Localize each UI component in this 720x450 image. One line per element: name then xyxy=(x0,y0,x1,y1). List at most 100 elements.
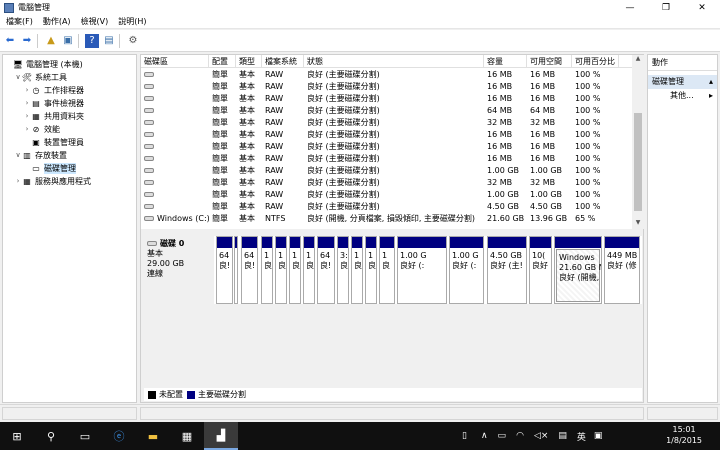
actions-section-disk-management[interactable]: 磁碟管理 ▴ xyxy=(648,75,717,89)
file-explorer-icon[interactable]: ▬ xyxy=(136,422,170,450)
partition-block[interactable]: Windows 21.60 GB N 良好 (開機, xyxy=(554,236,602,304)
partition-block[interactable]: 10(良好 xyxy=(529,236,552,304)
services-icon: ▦ xyxy=(23,176,31,186)
tree-item[interactable]: › ⊘ 效能 xyxy=(23,123,60,135)
partition-block[interactable] xyxy=(234,236,238,304)
column-header[interactable]: 檔案系統 xyxy=(262,55,304,68)
column-header[interactable]: 可用空間 xyxy=(527,55,572,68)
partition-block[interactable]: 1良 xyxy=(365,236,377,304)
tree-item[interactable]: ▭ 磁碟管理 xyxy=(23,162,76,174)
up-folder-icon[interactable]: ▲ xyxy=(44,34,58,48)
partition-block[interactable]: 1.00 G 良好 (: xyxy=(449,236,484,304)
partition-block[interactable]: 3: 良 xyxy=(337,236,349,304)
partition-block[interactable]: 64 良! xyxy=(317,236,335,304)
taskbar-clock[interactable]: 15:01 1/8/2015 xyxy=(666,424,702,446)
menu-action[interactable]: 動作(A) xyxy=(43,16,71,27)
expand-arrow-icon[interactable]: ∨ xyxy=(14,73,22,81)
notification-icon[interactable]: ▤ xyxy=(558,431,567,441)
partition-block[interactable]: 1良 xyxy=(275,236,287,304)
collapse-arrow-icon[interactable]: ▴ xyxy=(709,75,713,89)
table-row[interactable]: 簡單 基本 RAW 良好 (主要磁碟分割) 64 MB 64 MB 100 % xyxy=(141,105,631,117)
volume-muted-icon[interactable]: ◁× xyxy=(534,431,548,441)
expand-arrow-icon[interactable]: › xyxy=(23,99,31,107)
column-header[interactable]: 類型 xyxy=(236,55,262,68)
scrollbar-thumb[interactable] xyxy=(634,113,642,211)
table-row[interactable]: 簡單 基本 RAW 良好 (主要磁碟分割) 1.00 GB 1.00 GB 100 % xyxy=(141,165,631,177)
tree-item[interactable]: › ▦ 服務與應用程式 xyxy=(14,175,91,187)
table-row[interactable]: 簡單 基本 RAW 良好 (主要磁碟分割) 4.50 GB 4.50 GB 100 % xyxy=(141,201,631,213)
table-row[interactable]: 簡單 基本 RAW 良好 (主要磁碟分割) 1.00 GB 1.00 GB 100 % xyxy=(141,189,631,201)
partition-block[interactable]: 1良 xyxy=(351,236,363,304)
scroll-down-arrow-icon[interactable]: ▼ xyxy=(632,219,644,229)
partition-block[interactable]: 64 良! xyxy=(216,236,233,304)
tree-item[interactable]: ∨ ▥ 存放裝置 xyxy=(14,149,67,161)
close-button[interactable]: ✕ xyxy=(684,0,720,15)
help-icon[interactable]: ? xyxy=(85,33,99,48)
table-row[interactable]: 簡單 基本 RAW 良好 (主要磁碟分割) 32 MB 32 MB 100 % xyxy=(141,117,631,129)
task-view-icon[interactable]: ▭ xyxy=(68,422,102,450)
table-row[interactable]: 簡單 基本 RAW 良好 (主要磁碟分割) 16 MB 16 MB 100 % xyxy=(141,81,631,93)
show-hidden-icons-icon[interactable]: ∧ xyxy=(481,431,488,441)
table-row[interactable]: Windows (C:) 簡單 基本 NTFS 良好 (開機, 分頁檔案, 損毀傾印, … xyxy=(141,213,631,225)
volume-icon xyxy=(144,96,154,101)
column-header[interactable]: 磁碟區 xyxy=(141,55,209,68)
ime-mode-icon[interactable]: ▣ xyxy=(594,431,603,441)
table-cell: 良好 (主要磁碟分割) xyxy=(307,130,380,139)
table-row[interactable]: 簡單 基本 RAW 良好 (主要磁碟分割) 16 MB 16 MB 100 % xyxy=(141,141,631,153)
actions-more[interactable]: 其他... ▸ xyxy=(648,89,717,103)
table-cell: RAW xyxy=(265,178,284,187)
partition-block[interactable]: 449 MB 良好 (修 xyxy=(604,236,640,304)
minimize-button[interactable]: — xyxy=(612,0,648,15)
tree-item[interactable]: › ▦ 共用資料夾 xyxy=(23,110,84,122)
column-header[interactable]: 容量 xyxy=(484,55,527,68)
menu-view[interactable]: 檢視(V) xyxy=(81,16,109,27)
network-icon[interactable]: ◠ xyxy=(516,431,524,441)
column-header[interactable]: 可用百分比 xyxy=(572,55,619,68)
expand-arrow-icon[interactable]: › xyxy=(14,177,22,185)
search-icon[interactable]: ⚲ xyxy=(34,422,68,450)
tree-item[interactable]: 🖥 電腦管理 (本機) xyxy=(5,58,83,70)
partition-block[interactable]: 1良 xyxy=(261,236,273,304)
table-row[interactable]: 簡單 基本 RAW 良好 (主要磁碟分割) 16 MB 16 MB 100 % xyxy=(141,153,631,165)
table-row[interactable]: 簡單 基本 RAW 良好 (主要磁碟分割) 32 MB 32 MB 100 % xyxy=(141,177,631,189)
table-row[interactable]: 簡單 基本 RAW 良好 (主要磁碟分割) 16 MB 16 MB 100 % xyxy=(141,69,631,81)
mouse-icon[interactable]: ▯ xyxy=(462,431,467,441)
expand-arrow-icon[interactable]: ∨ xyxy=(14,151,22,159)
show-hide-tree-icon[interactable]: ▣ xyxy=(61,34,75,48)
partition-block[interactable]: 64 良! xyxy=(241,236,258,304)
expand-arrow-icon[interactable]: › xyxy=(23,112,31,120)
tree-item[interactable]: ∨ 🛠 系統工具 xyxy=(14,71,67,83)
partition-block[interactable]: 1.00 G 良好 (: xyxy=(397,236,447,304)
partition-block[interactable]: 1良 xyxy=(379,236,395,304)
scroll-up-arrow-icon[interactable]: ▲ xyxy=(632,55,644,65)
expand-arrow-icon[interactable]: › xyxy=(23,125,31,133)
menu-file[interactable]: 檔案(F) xyxy=(6,16,33,27)
disk-0-label[interactable]: 磁碟 0 基本 29.00 GB 連線 xyxy=(144,236,214,304)
back-arrow-icon[interactable]: ⬅ xyxy=(3,34,17,48)
volume-icon xyxy=(144,216,154,221)
table-row[interactable]: 簡單 基本 RAW 良好 (主要磁碟分割) 16 MB 16 MB 100 % xyxy=(141,93,631,105)
menu-help[interactable]: 說明(H) xyxy=(118,16,146,27)
table-row[interactable]: 簡單 基本 RAW 良好 (主要磁碟分割) 16 MB 16 MB 100 % xyxy=(141,129,631,141)
column-header[interactable]: 狀態 xyxy=(304,55,484,68)
store-icon[interactable]: ▦ xyxy=(170,422,204,450)
display-icon[interactable]: ▭ xyxy=(498,431,507,441)
start-button[interactable]: ⊞ xyxy=(0,422,34,450)
expand-arrow-icon[interactable]: › xyxy=(23,86,31,94)
computer-management-taskbar-icon[interactable]: ▟ xyxy=(204,422,238,450)
partition-block[interactable]: 1良 xyxy=(289,236,301,304)
table-cell: 良好 (主要磁碟分割) xyxy=(307,82,380,91)
tree-item[interactable]: ▣ 裝置管理員 xyxy=(23,136,84,148)
partition-block[interactable]: 4.50 GB 良好 (主! xyxy=(487,236,527,304)
tree-item[interactable]: › ▤ 事件檢視器 xyxy=(23,97,84,109)
tree-item[interactable]: › ◷ 工作排程器 xyxy=(23,84,84,96)
column-header[interactable]: 配置 xyxy=(209,55,236,68)
forward-arrow-icon[interactable]: ➡ xyxy=(20,34,34,48)
settings-icon[interactable]: ⚙ xyxy=(126,34,140,48)
maximize-button[interactable]: ❐ xyxy=(648,0,684,15)
edge-browser-icon[interactable]: ⓔ xyxy=(102,422,136,450)
ime-indicator[interactable]: 英 xyxy=(577,430,586,443)
partition-block[interactable]: 1良 xyxy=(303,236,315,304)
properties-icon[interactable]: ▤ xyxy=(102,34,116,48)
volume-list-scrollbar[interactable]: ▲ ▼ xyxy=(632,55,644,229)
